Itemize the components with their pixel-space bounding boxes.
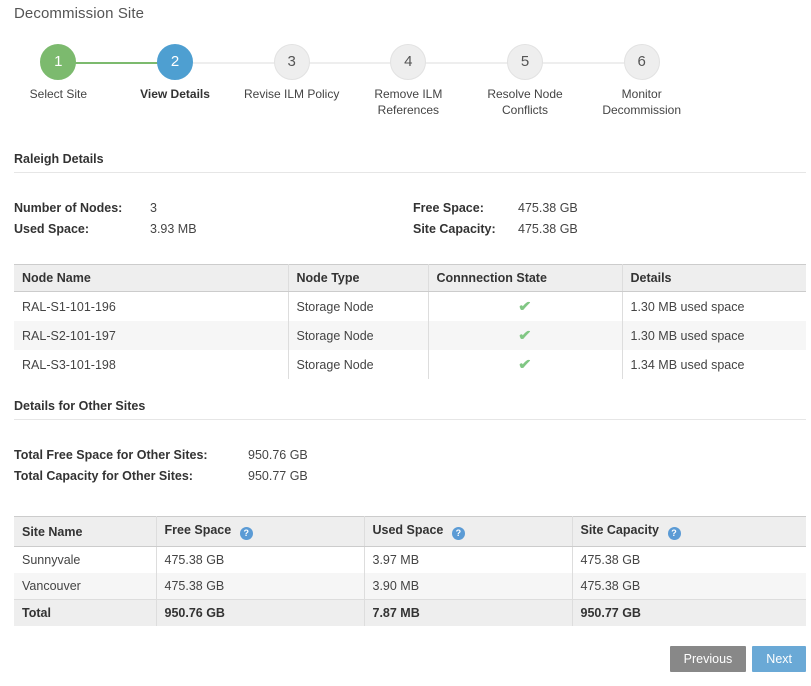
- site-details-value-number-of-nodes: 3: [150, 198, 157, 219]
- nodes-column-node-type[interactable]: Node Type: [288, 265, 428, 292]
- other-sites-row-total-free-space: Total Free Space for Other Sites: 950.76…: [14, 445, 514, 466]
- site-name-cell: Sunnyvale: [14, 547, 156, 574]
- other-sites-value-total-free-space: 950.76 GB: [248, 445, 308, 466]
- page-title: Decommission Site: [14, 5, 144, 22]
- other-sites-summary: Total Free Space for Other Sites: 950.76…: [14, 445, 514, 487]
- site-details-label-site-capacity: Site Capacity:: [413, 219, 518, 240]
- total-label-cell: Total: [14, 600, 156, 627]
- stepper-bubble-5: 5: [507, 44, 543, 80]
- total-free-space-cell: 950.76 GB: [156, 600, 364, 627]
- help-icon[interactable]: ?: [240, 527, 253, 540]
- table-row: Vancouver 475.38 GB 3.90 MB 475.38 GB: [14, 573, 806, 600]
- site-details-label-number-of-nodes: Number of Nodes:: [14, 198, 150, 219]
- total-used-space-cell: 7.87 MB: [364, 600, 572, 627]
- site-details-value-site-capacity: 475.38 GB: [518, 219, 578, 240]
- sites-column-free-space-label: Free Space: [165, 523, 232, 537]
- node-type-cell: Storage Node: [288, 321, 428, 350]
- stepper-label-2: View Details: [140, 86, 210, 102]
- sites-table: Site Name Free Space ? Used Space ? Site…: [14, 516, 806, 626]
- site-free-space-cell: 475.38 GB: [156, 547, 364, 574]
- stepper-label-4: Remove ILM References: [358, 86, 458, 118]
- stepper-step-1[interactable]: 1 Select Site: [0, 44, 117, 102]
- site-details-row-site-capacity: Site Capacity: 475.38 GB: [413, 219, 793, 240]
- sites-column-used-space-label: Used Space: [373, 523, 444, 537]
- previous-button[interactable]: Previous: [670, 646, 747, 672]
- stepper-bubble-4: 4: [390, 44, 426, 80]
- node-connection-state-cell: ✔: [428, 321, 622, 350]
- site-name-cell: Vancouver: [14, 573, 156, 600]
- stepper-step-3[interactable]: 3 Revise ILM Policy: [233, 44, 350, 102]
- site-details-label-free-space: Free Space:: [413, 198, 518, 219]
- site-details-value-used-space: 3.93 MB: [150, 219, 197, 240]
- site-details-row-free-space: Free Space: 475.38 GB: [413, 198, 793, 219]
- wizard-footer-buttons: Previous Next: [670, 646, 806, 672]
- sites-column-site-capacity[interactable]: Site Capacity ?: [572, 517, 806, 547]
- nodes-table-header-row: Node Name Node Type Connnection State De…: [14, 265, 806, 292]
- other-sites-label-total-capacity: Total Capacity for Other Sites:: [14, 466, 248, 487]
- site-details-heading: Raleigh Details: [14, 152, 806, 173]
- stepper-bubble-3: 3: [274, 44, 310, 80]
- nodes-column-connection-state[interactable]: Connnection State: [428, 265, 622, 292]
- other-sites-row-total-capacity: Total Capacity for Other Sites: 950.77 G…: [14, 466, 514, 487]
- nodes-table: Node Name Node Type Connnection State De…: [14, 264, 806, 379]
- sites-column-free-space[interactable]: Free Space ?: [156, 517, 364, 547]
- other-sites-label-total-free-space: Total Free Space for Other Sites:: [14, 445, 248, 466]
- nodes-column-details[interactable]: Details: [622, 265, 806, 292]
- node-connection-state-cell: ✔: [428, 350, 622, 379]
- check-icon: ✔: [518, 327, 531, 344]
- node-details-cell: 1.30 MB used space: [622, 292, 806, 322]
- node-name-cell: RAL-S3-101-198: [14, 350, 288, 379]
- total-capacity-cell: 950.77 GB: [572, 600, 806, 627]
- help-icon[interactable]: ?: [668, 527, 681, 540]
- node-details-cell: 1.30 MB used space: [622, 321, 806, 350]
- site-details-label-used-space: Used Space:: [14, 219, 150, 240]
- check-icon: ✔: [518, 356, 531, 373]
- node-type-cell: Storage Node: [288, 350, 428, 379]
- stepper-bubble-1: 1: [40, 44, 76, 80]
- next-button[interactable]: Next: [752, 646, 806, 672]
- stepper-bubble-6: 6: [624, 44, 660, 80]
- site-capacity-cell: 475.38 GB: [572, 573, 806, 600]
- table-row: RAL-S3-101-198 Storage Node ✔ 1.34 MB us…: [14, 350, 806, 379]
- stepper-label-1: Select Site: [30, 86, 87, 102]
- sites-column-used-space[interactable]: Used Space ?: [364, 517, 572, 547]
- table-row: RAL-S1-101-196 Storage Node ✔ 1.30 MB us…: [14, 292, 806, 322]
- table-row: RAL-S2-101-197 Storage Node ✔ 1.30 MB us…: [14, 321, 806, 350]
- site-capacity-cell: 475.38 GB: [572, 547, 806, 574]
- sites-column-site-name[interactable]: Site Name: [14, 517, 156, 547]
- nodes-column-node-name[interactable]: Node Name: [14, 265, 288, 292]
- stepper-step-4[interactable]: 4 Remove ILM References: [350, 44, 467, 118]
- sites-table-header-row: Site Name Free Space ? Used Space ? Site…: [14, 517, 806, 547]
- site-details-right-column: Free Space: 475.38 GB Site Capacity: 475…: [413, 198, 793, 240]
- check-icon: ✔: [518, 298, 531, 315]
- stepper-label-3: Revise ILM Policy: [244, 86, 339, 102]
- site-details-left-column: Number of Nodes: 3 Used Space: 3.93 MB: [14, 198, 394, 240]
- decommission-site-page: Decommission Site 1 Select Site 2 View D…: [0, 0, 811, 686]
- help-icon[interactable]: ?: [452, 527, 465, 540]
- site-details-row-used-space: Used Space: 3.93 MB: [14, 219, 394, 240]
- sites-column-site-name-label: Site Name: [22, 525, 82, 539]
- site-details-row-number-of-nodes: Number of Nodes: 3: [14, 198, 394, 219]
- other-sites-value-total-capacity: 950.77 GB: [248, 466, 308, 487]
- site-used-space-cell: 3.97 MB: [364, 547, 572, 574]
- site-free-space-cell: 475.38 GB: [156, 573, 364, 600]
- site-used-space-cell: 3.90 MB: [364, 573, 572, 600]
- node-name-cell: RAL-S2-101-197: [14, 321, 288, 350]
- stepper-label-6: Monitor Decommission: [592, 86, 692, 118]
- sites-table-total-row: Total 950.76 GB 7.87 MB 950.77 GB: [14, 600, 806, 627]
- site-details-value-free-space: 475.38 GB: [518, 198, 578, 219]
- stepper-step-2[interactable]: 2 View Details: [117, 44, 234, 102]
- node-name-cell: RAL-S1-101-196: [14, 292, 288, 322]
- node-details-cell: 1.34 MB used space: [622, 350, 806, 379]
- other-sites-heading: Details for Other Sites: [14, 399, 806, 420]
- table-row: Sunnyvale 475.38 GB 3.97 MB 475.38 GB: [14, 547, 806, 574]
- stepper-bubble-2: 2: [157, 44, 193, 80]
- sites-column-site-capacity-label: Site Capacity: [581, 523, 660, 537]
- stepper-label-5: Resolve Node Conflicts: [475, 86, 575, 118]
- stepper-step-6[interactable]: 6 Monitor Decommission: [583, 44, 700, 118]
- stepper-step-5[interactable]: 5 Resolve Node Conflicts: [467, 44, 584, 118]
- wizard-stepper: 1 Select Site 2 View Details 3 Revise IL…: [0, 44, 700, 118]
- node-connection-state-cell: ✔: [428, 292, 622, 322]
- node-type-cell: Storage Node: [288, 292, 428, 322]
